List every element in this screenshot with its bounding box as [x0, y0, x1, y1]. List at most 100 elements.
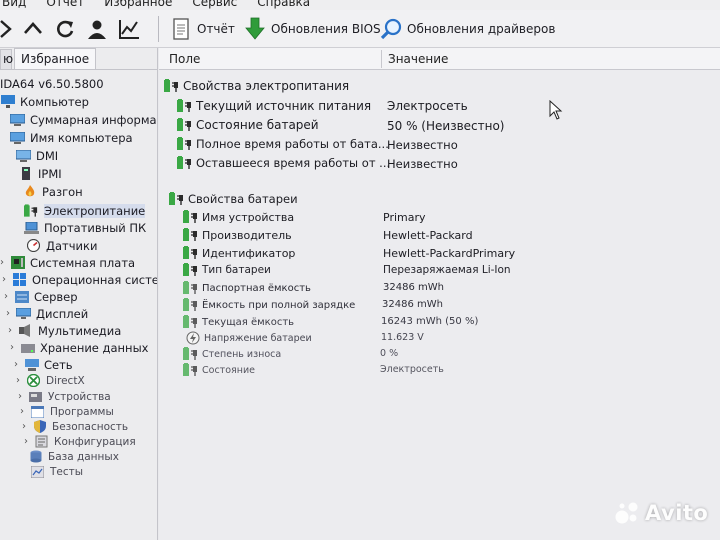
property-row[interactable]: Ёмкость при полной зарядке	[183, 296, 355, 314]
expand-chevron-icon[interactable]: ›	[4, 291, 14, 302]
tree-item[interactable]: Тесты	[30, 463, 83, 480]
expand-chevron-icon[interactable]: ›	[24, 436, 34, 447]
tree-item[interactable]: › Сервер	[4, 288, 78, 305]
power-plug-icon	[183, 363, 199, 377]
report-button[interactable]: Отчёт	[170, 10, 235, 48]
property-row[interactable]: Полное время работы от бата...	[177, 135, 389, 153]
tree-item[interactable]: › DirectX	[16, 372, 85, 389]
tree-item-label: Конфигурация	[54, 435, 136, 448]
expand-chevron-icon[interactable]: ›	[8, 325, 18, 336]
property-row[interactable]: Паспортная ёмкость	[183, 279, 311, 297]
power-plug-icon	[183, 347, 199, 361]
section-header[interactable]: Свойства электропитания	[164, 77, 349, 95]
property-row[interactable]: Оставшееся время работы от ...	[177, 154, 390, 172]
property-row[interactable]: Идентификатор	[183, 244, 295, 262]
menu-item-help[interactable]: Справка	[247, 0, 320, 10]
tree-item[interactable]: › Сеть	[14, 356, 73, 373]
tree-item[interactable]: IPMI	[18, 165, 62, 182]
column-value-header[interactable]: Значение	[388, 52, 448, 66]
property-value: Неизвестно	[387, 157, 458, 171]
property-field: Полное время работы от бата...	[196, 137, 389, 151]
tree-item[interactable]: › Дисплей	[6, 305, 88, 322]
computer-icon	[0, 95, 15, 108]
nav-back-icon[interactable]	[0, 18, 12, 40]
tree-item[interactable]: Имя компьютера	[10, 129, 133, 146]
magnifier-icon	[380, 17, 402, 41]
tree-item-label: Электропитание	[44, 203, 146, 218]
tree-item[interactable]: IDA64 v6.50.5800	[0, 75, 104, 92]
property-value: Hewlett-PackardPrimary	[383, 247, 516, 260]
dmi-icon	[16, 149, 31, 162]
tree-item[interactable]: Разгон	[22, 183, 83, 200]
tree-item[interactable]: Портативный ПК	[24, 219, 146, 236]
tree-item-label: Компьютер	[20, 94, 89, 109]
property-field: Ёмкость при полной зарядке	[202, 299, 356, 311]
column-divider[interactable]	[381, 50, 382, 68]
menu-item-view[interactable]: Вид	[0, 0, 36, 10]
property-field: Оставшееся время работы от ...	[196, 156, 391, 170]
display-icon	[16, 307, 31, 320]
expand-chevron-icon[interactable]: ›	[2, 274, 12, 285]
expand-chevron-icon[interactable]: ›	[18, 391, 28, 402]
expand-chevron-icon[interactable]: ›	[14, 359, 24, 370]
tree-item[interactable]: DMI	[16, 147, 58, 164]
laptop-icon	[24, 221, 39, 234]
section-header[interactable]: Свойства батареи	[169, 190, 298, 208]
tab-menu[interactable]: ю	[0, 49, 13, 69]
tree-item-label: DirectX	[46, 374, 85, 387]
column-field-header[interactable]: Поле	[169, 52, 200, 66]
property-field: Паспортная ёмкость	[202, 282, 311, 294]
tree-item-label: Имя компьютера	[30, 130, 133, 145]
tree-item[interactable]: › Системная плата	[0, 254, 135, 271]
property-row[interactable]: Состояние	[183, 361, 255, 379]
nav-up-icon[interactable]	[22, 18, 44, 40]
benchmark-icon	[30, 465, 45, 478]
expand-chevron-icon[interactable]: ›	[6, 308, 16, 319]
tree-item-label: База данных	[48, 450, 119, 463]
drivers-update-label: Обновления драйверов	[407, 22, 556, 36]
menu-item-report[interactable]: Отчет	[36, 0, 94, 10]
property-row[interactable]: Тип батареи	[183, 261, 271, 279]
user-icon[interactable]	[86, 18, 108, 40]
tree-item-label: Операционная система	[32, 272, 158, 287]
tree-item[interactable]: Датчики	[26, 237, 97, 254]
download-arrow-icon	[244, 17, 266, 41]
property-row[interactable]: Имя устройства	[183, 208, 294, 226]
property-row[interactable]: Производитель	[183, 226, 292, 244]
programs-icon	[30, 405, 45, 418]
tree-item[interactable]: Электропитание	[24, 202, 146, 219]
property-row[interactable]: Состояние батарей	[177, 116, 319, 134]
property-field: Текущий источник питания	[196, 99, 372, 113]
tab-favorites[interactable]: Избранное	[14, 48, 97, 69]
power-plug-icon	[177, 118, 193, 132]
property-value: 32486 mWh	[382, 299, 443, 310]
power-plug-icon	[183, 263, 199, 277]
tree-item[interactable]: › Операционная система	[2, 271, 158, 288]
tree-item-label: Сервер	[34, 289, 78, 304]
expand-chevron-icon[interactable]: ›	[16, 375, 26, 386]
bios-update-button[interactable]: Обновления BIOS	[244, 10, 381, 48]
property-row[interactable]: Текущий источник питания	[177, 97, 371, 115]
tree-item-label: Суммарная информация	[30, 112, 157, 127]
power-plug-icon	[183, 315, 199, 329]
tree-item[interactable]: › Мультимедиа	[8, 322, 121, 339]
chart-icon[interactable]	[118, 18, 140, 40]
config-icon	[34, 435, 49, 448]
menu-item-service[interactable]: Сервис	[182, 0, 247, 10]
avito-logo-icon	[615, 502, 638, 524]
expand-chevron-icon[interactable]: ›	[22, 421, 32, 432]
tree-item[interactable]: Суммарная информация	[10, 111, 157, 128]
refresh-icon[interactable]	[54, 18, 76, 40]
expand-chevron-icon[interactable]: ›	[20, 406, 30, 417]
expand-chevron-icon[interactable]: ›	[0, 257, 10, 268]
bios-update-label: Обновления BIOS	[271, 22, 381, 36]
tree-item-label: Хранение данных	[40, 340, 149, 355]
menu-item-favorites[interactable]: Избранное	[94, 0, 182, 10]
power-plug-icon	[24, 203, 39, 217]
toolbar: Отчёт Обновления BIOS Обновления драйвер…	[0, 10, 720, 48]
drivers-update-button[interactable]: Обновления драйверов	[380, 10, 555, 48]
tree-item[interactable]: › Хранение данных	[10, 339, 148, 356]
expand-chevron-icon[interactable]: ›	[10, 342, 20, 353]
power-plug-icon	[177, 137, 193, 151]
tree-item[interactable]: Компьютер	[0, 93, 89, 110]
